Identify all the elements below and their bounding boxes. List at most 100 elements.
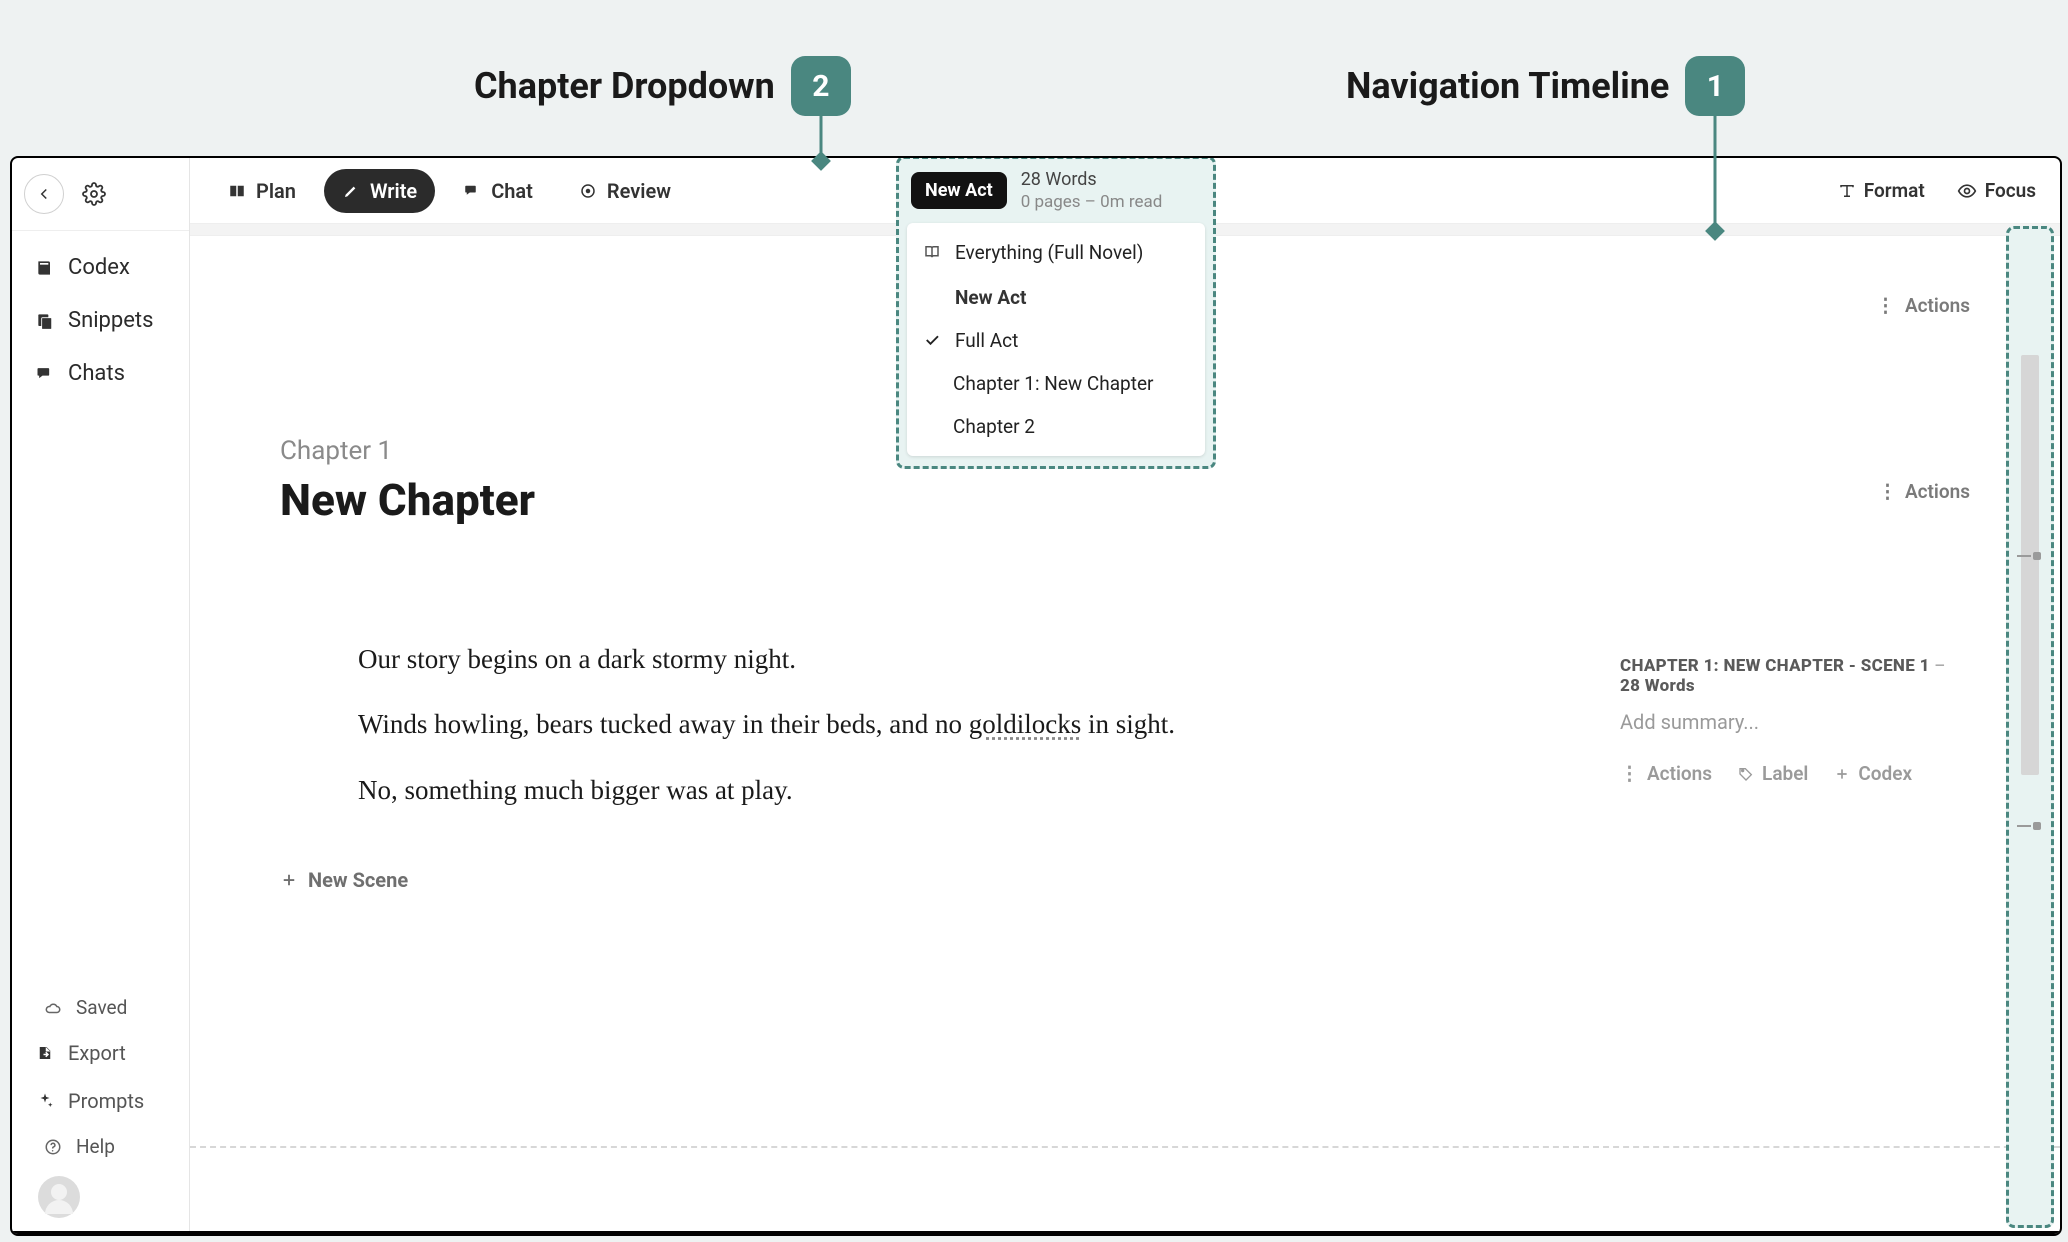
scene-codex[interactable]: Codex <box>1834 762 1912 785</box>
rail-item-label: Codex <box>68 255 130 280</box>
dropdown-item-label: Everything (Full Novel) <box>955 241 1143 264</box>
page-read-stats: 0 pages – 0m read <box>1021 192 1163 213</box>
tab-label: Write <box>370 179 417 203</box>
sparkle-icon <box>34 1090 56 1112</box>
settings-button[interactable] <box>74 174 114 214</box>
scene-meta: CHAPTER 1: NEW CHAPTER - SCENE 1 – 28 Wo… <box>1620 656 1970 785</box>
tab-plan[interactable]: Plan <box>210 169 314 213</box>
gear-icon <box>82 182 106 206</box>
navigation-timeline[interactable] <box>2006 226 2054 1228</box>
snippets-icon <box>34 310 56 332</box>
type-icon <box>1838 182 1856 200</box>
prose-paragraph[interactable]: Winds howling, bears tucked away in thei… <box>358 701 1278 748</box>
rail-item-label: Chats <box>68 361 125 386</box>
chapter-actions[interactable]: ⋮ Actions <box>1878 480 1970 503</box>
rail-item-prompts[interactable]: Prompts <box>20 1077 181 1125</box>
scene-label[interactable]: Label <box>1738 762 1808 785</box>
tag-icon <box>1738 766 1754 782</box>
pencil-icon <box>342 182 360 200</box>
new-scene-button[interactable]: New Scene <box>280 868 1990 892</box>
chapter-dropdown: New Act 28 Words 0 pages – 0m read Every… <box>896 156 1216 469</box>
annotation-navigation-timeline-label: Navigation Timeline <box>1346 65 1669 107</box>
rail-item-label: Help <box>76 1135 115 1158</box>
scene-word-count: 28 Words <box>1620 676 1695 696</box>
scene-actions[interactable]: ⋮ Actions <box>1620 762 1712 785</box>
arrow-left-icon <box>35 185 53 203</box>
rail-item-snippets[interactable]: Snippets <box>20 294 181 347</box>
prose-paragraph[interactable]: Our story begins on a dark stormy night. <box>358 636 1278 683</box>
dropdown-item-chapter-1[interactable]: Chapter 1: New Chapter <box>907 362 1205 405</box>
prose-editor[interactable]: Our story begins on a dark stormy night.… <box>358 636 1278 814</box>
back-button[interactable] <box>24 174 64 214</box>
left-rail: Codex Snippets Chats Saved Export <box>12 158 190 1234</box>
review-icon <box>579 182 597 200</box>
app-frame: Codex Snippets Chats Saved Export <box>10 156 2062 1236</box>
prose-paragraph[interactable]: No, something much bigger was at play. <box>358 767 1278 814</box>
user-avatar[interactable] <box>38 1176 80 1218</box>
tab-review[interactable]: Review <box>561 169 689 213</box>
rail-item-saved[interactable]: Saved <box>20 986 181 1029</box>
dropdown-item-label: Chapter 2 <box>953 415 1035 438</box>
annotation-badge-1-num: 1 <box>1707 69 1724 104</box>
section-divider <box>190 1146 2060 1148</box>
format-label: Format <box>1864 179 1925 202</box>
new-scene-label: New Scene <box>308 868 408 892</box>
spellcheck-word[interactable]: goldilocks <box>969 709 1082 739</box>
tab-write[interactable]: Write <box>324 169 435 213</box>
chapter-title[interactable]: New Chapter <box>280 474 1990 526</box>
dropdown-act-header-label: New Act <box>955 286 1026 309</box>
help-icon <box>42 1136 64 1158</box>
scene-summary-input[interactable]: Add summary... <box>1620 710 1970 734</box>
actions-label: Actions <box>1905 480 1970 503</box>
chats-icon <box>34 363 56 385</box>
rail-item-help[interactable]: Help <box>20 1125 181 1168</box>
prose-text: Winds howling, bears tucked away in thei… <box>358 709 969 739</box>
eye-icon <box>1957 181 1977 201</box>
dropdown-item-label: Full Act <box>955 329 1018 352</box>
tab-chat[interactable]: Chat <box>445 169 551 213</box>
plus-icon <box>280 871 298 889</box>
tab-label: Chat <box>491 179 533 203</box>
scene-title: CHAPTER 1: NEW CHAPTER - SCENE 1 <box>1620 656 1930 676</box>
scene-codex-text: Codex <box>1858 762 1912 785</box>
dropdown-item-full-act[interactable]: Full Act <box>907 319 1205 362</box>
tab-label: Plan <box>256 179 296 203</box>
annotation-badge-1: 1 <box>1685 56 1745 116</box>
rail-item-codex[interactable]: Codex <box>20 241 181 294</box>
more-vertical-icon: ⋮ <box>1620 762 1639 785</box>
format-button[interactable]: Format <box>1834 171 1929 210</box>
plus-icon <box>1834 766 1850 782</box>
actions-label: Actions <box>1905 294 1970 317</box>
chapter-dropdown-list: Everything (Full Novel) New Act Full Act… <box>907 223 1205 456</box>
timeline-marker[interactable] <box>2017 555 2031 557</box>
more-vertical-icon: ⋮ <box>1876 294 1897 317</box>
more-vertical-icon: ⋮ <box>1878 480 1897 503</box>
timeline-marker[interactable] <box>2017 825 2031 827</box>
prose-text: in sight. <box>1081 709 1175 739</box>
scene-actions-label: Actions <box>1647 762 1712 785</box>
word-stats: 28 Words 0 pages – 0m read <box>1021 169 1163 213</box>
export-icon <box>34 1042 56 1064</box>
dropdown-item-everything[interactable]: Everything (Full Novel) <box>907 231 1205 274</box>
annotation-badge-2: 2 <box>791 56 851 116</box>
annotation-chapter-dropdown-label: Chapter Dropdown <box>474 65 775 107</box>
dropdown-act-header: New Act <box>907 274 1205 319</box>
rail-item-label: Saved <box>76 996 127 1019</box>
rail-item-chats[interactable]: Chats <box>20 347 181 400</box>
rail-item-label: Prompts <box>68 1089 144 1113</box>
focus-button[interactable]: Focus <box>1953 171 2040 210</box>
rail-item-export[interactable]: Export <box>20 1029 181 1077</box>
tab-label: Review <box>607 179 671 203</box>
dropdown-item-label: Chapter 1: New Chapter <box>953 372 1153 395</box>
dropdown-item-chapter-2[interactable]: Chapter 2 <box>907 405 1205 448</box>
book-open-icon <box>921 243 943 261</box>
timeline-segment[interactable] <box>2021 355 2039 775</box>
book-icon <box>34 257 56 279</box>
act-actions[interactable]: ⋮ Actions <box>1876 294 1970 317</box>
act-pill[interactable]: New Act <box>911 172 1007 209</box>
annotation-badge-2-num: 2 <box>812 69 829 104</box>
word-count: 28 Words <box>1021 169 1163 192</box>
rail-item-label: Export <box>68 1041 126 1065</box>
main-area: Plan Write Chat Review Format <box>190 158 2060 1234</box>
rail-item-label: Snippets <box>68 308 154 333</box>
